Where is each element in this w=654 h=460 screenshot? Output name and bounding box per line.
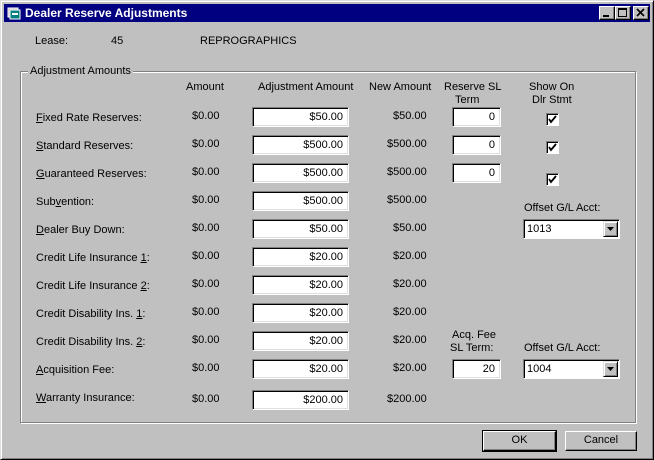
- checkmark-icon: [548, 175, 557, 184]
- row-label-credit-disability-1: Credit Disability Ins. 1:: [36, 308, 146, 320]
- reserve-sl-term-input-guaranteed[interactable]: 0: [452, 163, 501, 183]
- offset-gl-acct-label: Offset G/L Acct:: [524, 342, 601, 354]
- new-amount-value: $50.00: [393, 110, 427, 122]
- row-label-dealer-buy-down: Dealer Buy Down:: [36, 224, 125, 236]
- acq-fee-sl-term-label: SL Term:: [450, 342, 494, 354]
- chevron-down-icon: [607, 227, 614, 231]
- amount-value: $0.00: [192, 194, 220, 206]
- new-amount-value: $500.00: [387, 166, 427, 178]
- header-amount: Amount: [186, 81, 224, 93]
- close-icon: [636, 8, 645, 17]
- close-button[interactable]: [633, 6, 649, 20]
- window-title: Dealer Reserve Adjustments: [25, 6, 188, 20]
- new-amount-value: $20.00: [393, 250, 427, 262]
- ok-button[interactable]: OK: [482, 430, 557, 452]
- minimize-icon: [603, 15, 609, 17]
- lease-name: REPROGRAPHICS: [200, 35, 297, 47]
- new-amount-value: $20.00: [393, 306, 427, 318]
- title-bar[interactable]: Dealer Reserve Adjustments: [4, 4, 650, 22]
- amount-value: $0.00: [192, 362, 220, 374]
- dialog-window: Dealer Reserve Adjustments Lease: 45 REP…: [0, 0, 654, 460]
- reserve-sl-term-input-standard[interactable]: 0: [452, 135, 501, 155]
- adjustment-input-warranty-insurance[interactable]: $200.00: [252, 390, 349, 410]
- dropdown-button[interactable]: [603, 221, 618, 237]
- adjustment-input-standard-reserves[interactable]: $500.00: [252, 135, 349, 155]
- row-label-standard-reserves: Standard Reserves:: [36, 140, 134, 152]
- adjustment-input-credit-life-2[interactable]: $20.00: [252, 275, 349, 295]
- header-reserve-sl-term: Term: [455, 94, 480, 106]
- header-new-amount: New Amount: [369, 81, 432, 93]
- amount-value: $0.00: [192, 138, 220, 150]
- row-label-credit-life-1: Credit Life Insurance 1:: [36, 252, 150, 264]
- show-on-stmt-checkbox-guaranteed[interactable]: [546, 173, 559, 186]
- row-label-acquisition-fee: Acquisition Fee:: [36, 364, 115, 376]
- group-title: Adjustment Amounts: [28, 64, 133, 78]
- lease-number: 45: [111, 35, 124, 47]
- maximize-button[interactable]: [615, 6, 631, 20]
- amount-value: $0.00: [192, 334, 220, 346]
- amount-value: $0.00: [192, 166, 220, 178]
- new-amount-value: $20.00: [393, 334, 427, 346]
- app-icon: [7, 7, 21, 20]
- dropdown-button[interactable]: [603, 361, 618, 377]
- header-dlr-stmt: Dlr Stmt: [532, 94, 572, 106]
- maximize-icon: [618, 8, 627, 17]
- offset-gl-acct-value: 1004: [527, 363, 552, 375]
- amount-value: $0.00: [192, 250, 220, 262]
- lease-label: Lease:: [35, 35, 69, 47]
- checkmark-icon: [548, 143, 557, 152]
- offset-gl-acct-select-2[interactable]: 1004: [523, 359, 620, 379]
- row-label-warranty-insurance: Warranty Insurance:: [36, 392, 135, 404]
- cancel-button[interactable]: Cancel: [565, 431, 637, 451]
- show-on-stmt-checkbox-standard[interactable]: [546, 141, 559, 154]
- new-amount-value: $20.00: [393, 278, 427, 290]
- new-amount-value: $50.00: [393, 222, 427, 234]
- show-on-stmt-checkbox-fixed-rate[interactable]: [546, 113, 559, 126]
- acq-fee-sl-term-input[interactable]: 20: [452, 359, 501, 379]
- amount-value: $0.00: [192, 306, 220, 318]
- new-amount-value: $500.00: [387, 138, 427, 150]
- adjustment-input-credit-disability-2[interactable]: $20.00: [252, 331, 349, 351]
- offset-gl-acct-label: Offset G/L Acct:: [524, 202, 601, 214]
- adjustment-input-dealer-buy-down[interactable]: $50.00: [252, 219, 349, 239]
- chevron-down-icon: [607, 367, 614, 371]
- row-label-fixed-rate-reserves: Fixed Rate Reserves:: [36, 112, 142, 124]
- header-reserve-sl: Reserve SL: [444, 81, 502, 93]
- header-show-on: Show On: [529, 81, 575, 93]
- adjustment-input-subvention[interactable]: $500.00: [252, 191, 349, 211]
- offset-gl-acct-select-1[interactable]: 1013: [523, 219, 620, 239]
- adjustment-input-credit-disability-1[interactable]: $20.00: [252, 303, 349, 323]
- adjustment-input-fixed-rate-reserves[interactable]: $50.00: [252, 107, 349, 127]
- amount-value: $0.00: [192, 278, 220, 290]
- header-adjustment-amount: Adjustment Amount: [258, 81, 354, 93]
- adjustment-input-credit-life-1[interactable]: $20.00: [252, 247, 349, 267]
- adjustment-input-acquisition-fee[interactable]: $20.00: [252, 359, 349, 379]
- new-amount-value: $500.00: [387, 194, 427, 206]
- row-label-credit-disability-2: Credit Disability Ins. 2:: [36, 336, 146, 348]
- adjustment-input-guaranteed-reserves[interactable]: $500.00: [252, 163, 349, 183]
- acq-fee-label: Acq. Fee: [452, 329, 497, 341]
- checkmark-icon: [548, 115, 557, 124]
- new-amount-value: $20.00: [393, 362, 427, 374]
- amount-value: $0.00: [192, 222, 220, 234]
- row-label-credit-life-2: Credit Life Insurance 2:: [36, 280, 150, 292]
- amount-value: $0.00: [192, 110, 220, 122]
- offset-gl-acct-value: 1013: [527, 223, 552, 235]
- new-amount-value: $200.00: [387, 393, 427, 405]
- minimize-button[interactable]: [599, 6, 615, 20]
- row-label-subvention: Subvention:: [36, 196, 95, 208]
- reserve-sl-term-input-fixed-rate[interactable]: 0: [452, 107, 501, 127]
- row-label-guaranteed-reserves: Guaranteed Reserves:: [36, 168, 147, 180]
- amount-value: $0.00: [192, 393, 220, 405]
